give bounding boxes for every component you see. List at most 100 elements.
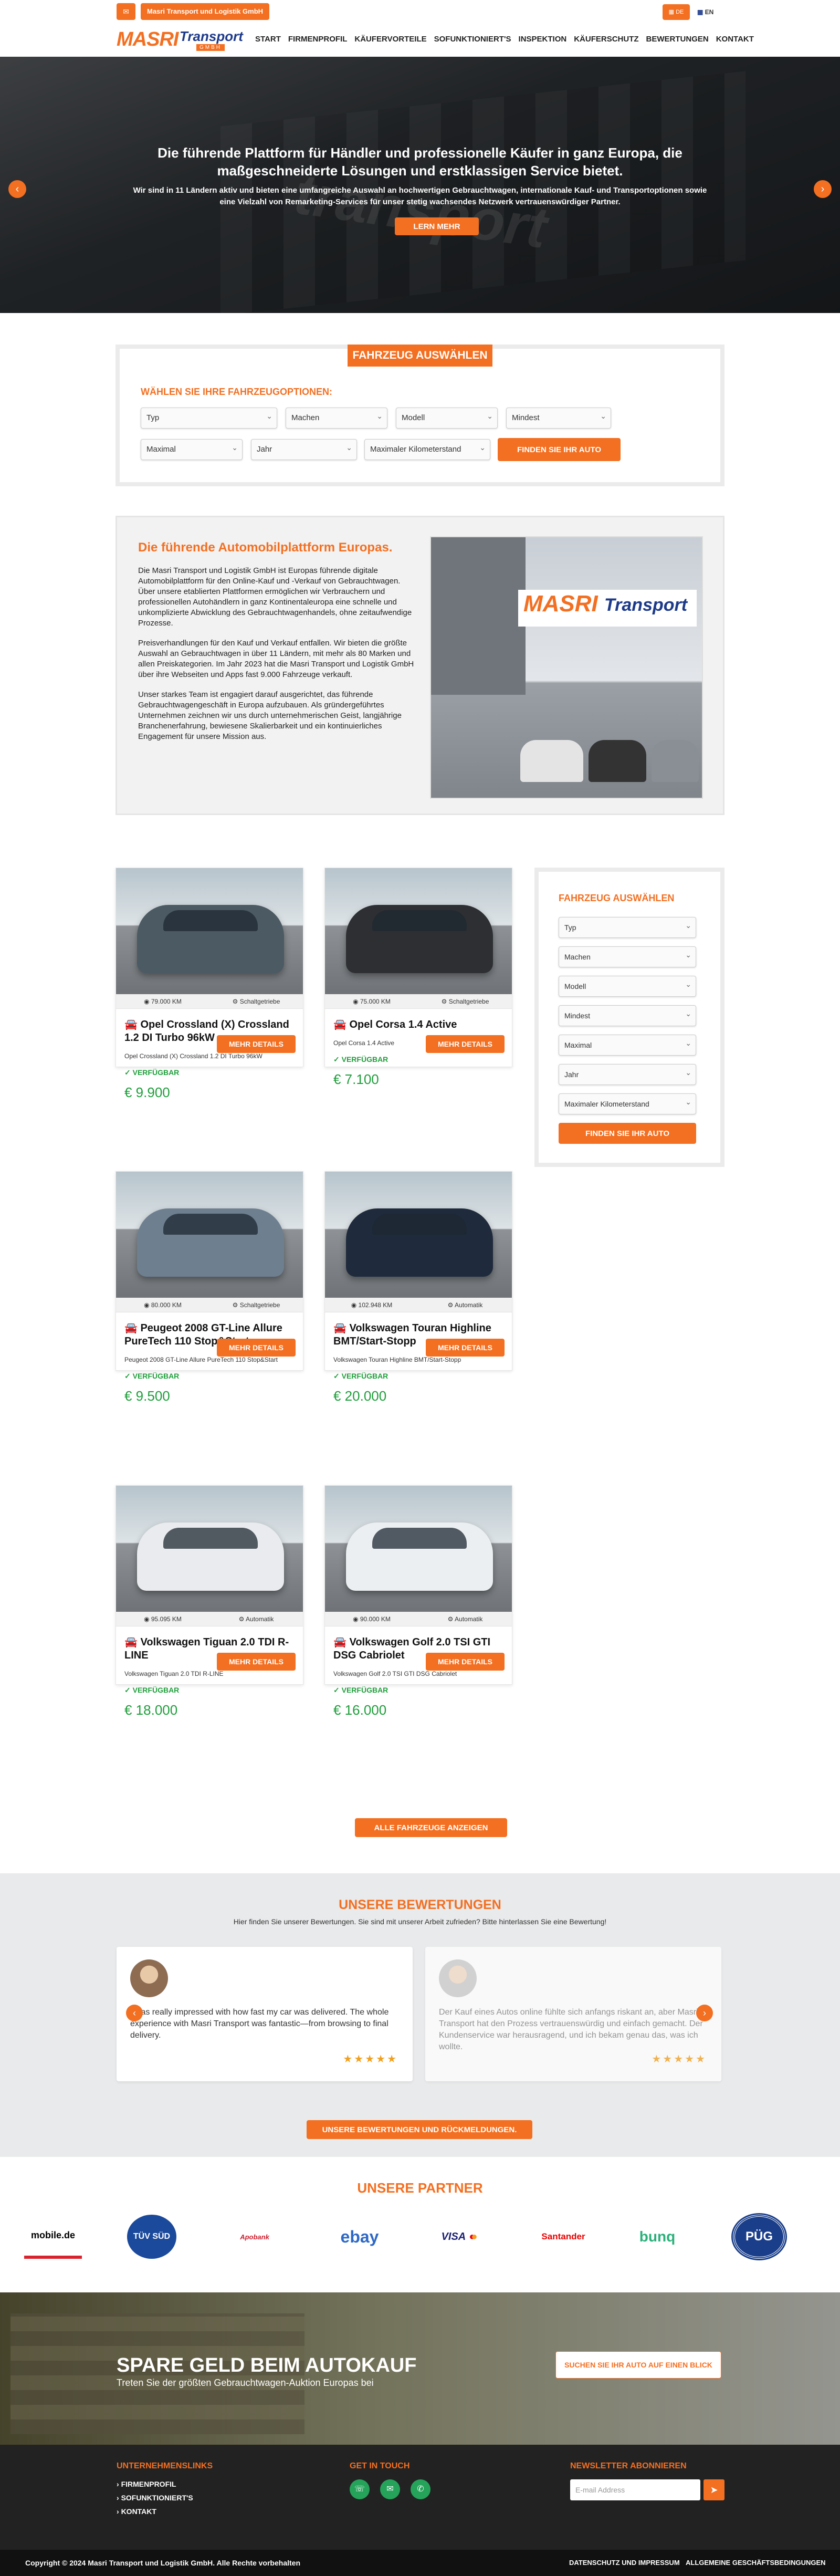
language-en-button[interactable]: ▦ EN xyxy=(697,4,723,20)
terms-link[interactable]: ALLGEMEINE GESCHÄFTSBEDINGUNGEN xyxy=(686,2559,826,2567)
nav-item-bewertungen[interactable]: BEWERTUNGEN xyxy=(646,35,709,44)
reviews-feedback-button[interactable]: UNSERE BEWERTUNGEN UND RÜCKMELDUNGEN. xyxy=(307,2120,532,2139)
car-photo[interactable] xyxy=(325,868,512,994)
more-details-button[interactable]: MEHR DETAILS xyxy=(426,1653,505,1671)
language-de-button[interactable]: ▦ DE xyxy=(663,4,690,20)
envelope-icon[interactable]: ✉ xyxy=(117,3,135,20)
gear-icon: ⚙ xyxy=(441,998,449,1005)
sidebar-find-car-button[interactable]: FINDEN SIE IHR AUTO xyxy=(559,1123,696,1144)
car-card[interactable]: ◉ 75.000 KM ⚙ Schaltgetriebe 🚘 Opel Corsa… xyxy=(324,868,512,1087)
car-card[interactable]: ◉ 102.948 KM ⚙ Automatik 🚘 Volkswagen Tou… xyxy=(324,1171,512,1404)
more-details-button[interactable]: MEHR DETAILS xyxy=(426,1035,505,1053)
review-prev-arrow-icon[interactable]: ‹ xyxy=(126,2005,143,2021)
select-maximal[interactable]: Maximal xyxy=(141,437,243,460)
car-photo[interactable] xyxy=(116,868,303,994)
hero-heading: Die führende Plattform für Händler und p… xyxy=(158,145,682,179)
more-details-button[interactable]: MEHR DETAILS xyxy=(217,1339,296,1357)
footer-link-label: SOFUNKTIONIERT'S xyxy=(121,2494,193,2502)
sidebar-select-modell[interactable]: Modell xyxy=(559,974,696,997)
car-card[interactable]: ◉ 80.000 KM ⚙ Schaltgetriebe 🚘 Peugeot 20… xyxy=(116,1171,303,1404)
nav-item-kaeuferschutz[interactable]: KÄUFERSCHUTZ xyxy=(574,35,638,44)
footer-link-sofunktionierts[interactable]: › SOFUNKTIONIERT'S xyxy=(117,2491,193,2505)
select-modell[interactable]: Modell xyxy=(396,406,498,429)
select-jahr[interactable]: Jahr xyxy=(251,437,357,460)
email-icon[interactable]: ✉ xyxy=(380,2479,400,2499)
mileage-value: 75.000 KM xyxy=(360,998,391,1005)
select-typ[interactable]: Typ xyxy=(141,406,277,429)
review-next-arrow-icon[interactable]: › xyxy=(696,2005,713,2021)
slider-next-arrow-icon[interactable]: › xyxy=(814,180,832,198)
partner-logo-pueg[interactable]: PÜG xyxy=(733,2215,785,2259)
newsletter-title: NEWSLETTER ABONNIEREN xyxy=(570,2462,687,2470)
select-max-km[interactable]: Maximaler Kilometerstand xyxy=(364,437,490,460)
car-listings: ◉ 79.000 KM ⚙ Schaltgetriebe 🚘 Opel Cross… xyxy=(116,868,724,1842)
car-photo[interactable] xyxy=(325,1172,512,1298)
about-building-image: MASRI Transport xyxy=(430,536,703,799)
car-photo[interactable] xyxy=(116,1172,303,1298)
car-photo[interactable] xyxy=(116,1486,303,1612)
nav-item-firmenprofil[interactable]: FIRMENPROFIL xyxy=(288,35,348,44)
car-card[interactable]: ◉ 79.000 KM ⚙ Schaltgetriebe 🚘 Opel Cross… xyxy=(116,868,303,1100)
sidebar-select-typ[interactable]: Typ xyxy=(559,915,696,938)
partner-logo-bunq[interactable]: bunq xyxy=(632,2215,682,2259)
sidebar-select-max-km[interactable]: Maximaler Kilometerstand xyxy=(559,1092,696,1114)
review-text: Der Kauf eines Autos online fühlte sich … xyxy=(439,2008,703,2051)
availability-label: VERFÜGBAR xyxy=(341,1055,388,1063)
sidebar-select-machen[interactable]: Machen xyxy=(559,945,696,967)
newsletter-email-input[interactable]: E-mail Address xyxy=(570,2479,700,2500)
more-details-button[interactable]: MEHR DETAILS xyxy=(217,1653,296,1671)
cta-search-button[interactable]: SUCHEN SIE IHR AUTO AUF EINEN BLICK xyxy=(555,2351,721,2379)
footer-link-firmenprofil[interactable]: › FIRMENPROFIL xyxy=(117,2477,193,2491)
privacy-link[interactable]: DATENSCHUTZ UND IMPRESSUM xyxy=(569,2559,680,2567)
logo[interactable]: MASRI Transport GMBH xyxy=(117,25,253,54)
car-meta: ◉ 75.000 KM ⚙ Schaltgetriebe xyxy=(325,994,512,1009)
find-car-button[interactable]: FINDEN SIE IHR AUTO xyxy=(498,438,621,461)
nav-item-kaeufervorteile[interactable]: KÄUFERVORTEILE xyxy=(354,35,426,44)
partner-logo-santander[interactable]: Santander xyxy=(529,2215,597,2259)
availability-label: VERFÜGBAR xyxy=(132,1686,180,1694)
select-mindest[interactable]: Mindest xyxy=(506,406,611,429)
check-circle-icon: ✓ xyxy=(333,1055,342,1063)
mileage-value: 90.000 KM xyxy=(360,1615,391,1623)
nav-item-inspektion[interactable]: INSPEKTION xyxy=(519,35,567,44)
sidebar-select-jahr[interactable]: Jahr xyxy=(559,1062,696,1085)
slider-prev-arrow-icon[interactable]: ‹ xyxy=(8,180,26,198)
car-icon: 🚘 xyxy=(124,1322,141,1334)
learn-more-button[interactable]: LERN MEHR xyxy=(395,217,479,235)
car-price: € 16.000 xyxy=(333,1702,387,1718)
footer-link-kontakt[interactable]: › KONTAKT xyxy=(117,2505,193,2518)
car-window-shape xyxy=(163,1214,258,1235)
nav-item-kontakt[interactable]: KONTAKT xyxy=(716,35,754,44)
phone-icon[interactable]: ✆ xyxy=(411,2479,430,2499)
check-circle-icon: ✓ xyxy=(333,1686,342,1694)
nav-item-sofunktionierts[interactable]: SOFUNKTIONIERT'S xyxy=(434,35,511,44)
avatar xyxy=(130,1959,168,1997)
mastercard-icon-2: ● xyxy=(471,2230,478,2243)
car-photo[interactable] xyxy=(325,1486,512,1612)
partner-logo-visa[interactable]: VISA ● ● xyxy=(430,2215,488,2259)
car-meta: ◉ 80.000 KM ⚙ Schaltgetriebe xyxy=(116,1298,303,1312)
footer-link-label: KONTAKT xyxy=(121,2507,156,2516)
select-machen[interactable]: Machen xyxy=(286,406,387,429)
partner-logo-tuev[interactable]: TÜV SÜD xyxy=(127,2215,176,2259)
all-vehicles-button[interactable]: ALLE FAHRZEUGE ANZEIGEN xyxy=(355,1818,507,1837)
nav-item-start[interactable]: START xyxy=(255,35,281,44)
whatsapp-icon[interactable]: ☏ xyxy=(350,2479,370,2499)
car-card[interactable]: ◉ 90.000 KM ⚙ Automatik 🚘 Volkswagen Golf… xyxy=(324,1485,512,1718)
car-card[interactable]: ◉ 95.095 KM ⚙ Automatik 🚘 Volkswagen Tigu… xyxy=(116,1485,303,1718)
sidebar-select-maximal[interactable]: Maximal xyxy=(559,1033,696,1056)
about-heading: Die führende Automobilplattform Europas. xyxy=(138,540,393,555)
sidebar-select-mindest[interactable]: Mindest xyxy=(559,1004,696,1026)
company-label[interactable]: Masri Transport und Logistik GmbH xyxy=(141,3,270,20)
mileage-value: 79.000 KM xyxy=(151,998,182,1005)
mileage: ◉ 79.000 KM xyxy=(116,994,209,1008)
vehicle-search-box: FAHRZEUG AUSWÄHLEN WÄHLEN SIE IHRE FAHRZ… xyxy=(116,345,724,486)
more-details-button[interactable]: MEHR DETAILS xyxy=(426,1339,505,1357)
partner-logo-mobile[interactable]: mobile.de xyxy=(24,2215,82,2259)
partner-logo-bank[interactable]: Apobank xyxy=(226,2215,284,2259)
partner-logo-ebay[interactable]: ebay xyxy=(331,2215,388,2259)
more-details-button[interactable]: MEHR DETAILS xyxy=(217,1035,296,1053)
send-icon[interactable]: ➤ xyxy=(704,2479,724,2500)
car-price: € 18.000 xyxy=(124,1702,178,1718)
car-title[interactable]: 🚘 Opel Corsa 1.4 Active xyxy=(333,1018,503,1031)
